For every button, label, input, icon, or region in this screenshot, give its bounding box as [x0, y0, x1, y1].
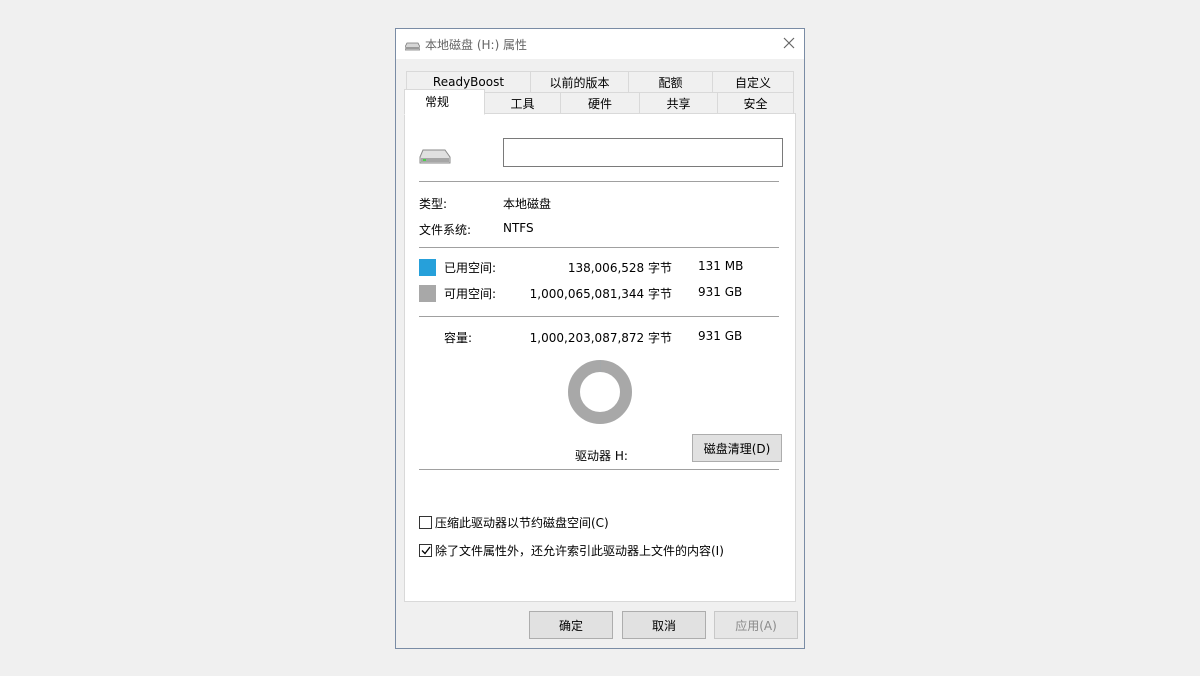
filesystem-label: 文件系统: — [419, 223, 472, 237]
free-space-bytes: 1,000,065,081,344 字节 — [529, 287, 672, 301]
close-button[interactable] — [774, 29, 804, 59]
general-panel: 类型: 本地磁盘 文件系统: NTFS 已用空间: 138,006,528 字节… — [404, 113, 796, 602]
tab-security[interactable]: 安全 — [717, 92, 794, 114]
volume-name-input[interactable] — [503, 138, 783, 167]
disk-cleanup-button[interactable]: 磁盘清理(D) — [692, 434, 782, 462]
type-value: 本地磁盘 — [503, 197, 552, 211]
used-space-label: 已用空间: — [444, 261, 497, 275]
cancel-button[interactable]: 取消 — [622, 611, 706, 639]
index-drive-option[interactable]: 除了文件属性外，还允许索引此驱动器上文件的内容(I) — [419, 542, 724, 559]
compress-checkbox[interactable] — [419, 516, 432, 529]
index-checkbox[interactable] — [419, 544, 432, 557]
filesystem-value: NTFS — [503, 221, 534, 235]
tab-tools[interactable]: 工具 — [484, 92, 561, 114]
tab-hardware[interactable]: 硬件 — [560, 92, 640, 114]
tab-quota[interactable]: 配额 — [628, 71, 713, 93]
properties-window: 本地磁盘 (H:) 属性 ReadyBoost 以前的版本 配额 自定义 常规 … — [395, 28, 805, 649]
ok-button[interactable]: 确定 — [529, 611, 613, 639]
separator — [419, 469, 779, 470]
window-title: 本地磁盘 (H:) 属性 — [425, 38, 528, 52]
tab-previous-versions[interactable]: 以前的版本 — [530, 71, 629, 93]
used-space-bytes: 138,006,528 字节 — [567, 261, 672, 275]
close-icon — [783, 37, 795, 52]
capacity-label: 容量: — [444, 331, 473, 345]
disk-usage-donut — [568, 360, 632, 424]
capacity-bytes: 1,000,203,087,872 字节 — [529, 331, 672, 345]
used-space-swatch — [419, 259, 436, 276]
title-bar[interactable]: 本地磁盘 (H:) 属性 — [396, 29, 804, 59]
used-space-size: 131 MB — [698, 259, 744, 273]
donut-free-segment — [568, 360, 632, 424]
tab-sharing[interactable]: 共享 — [639, 92, 718, 114]
drive-letter-label: 驱动器 H: — [575, 449, 628, 463]
free-space-swatch — [419, 285, 436, 302]
compress-drive-option[interactable]: 压缩此驱动器以节约磁盘空间(C) — [419, 514, 609, 531]
tab-general[interactable]: 常规 — [404, 89, 485, 115]
drive-icon — [404, 40, 421, 54]
tab-customize[interactable]: 自定义 — [712, 71, 794, 93]
free-space-label: 可用空间: — [444, 287, 497, 301]
type-label: 类型: — [419, 197, 448, 211]
capacity-size: 931 GB — [698, 329, 743, 343]
checkmark-icon — [421, 546, 431, 555]
free-space-size: 931 GB — [698, 285, 743, 299]
apply-button[interactable]: 应用(A) — [714, 611, 798, 639]
separator — [419, 181, 779, 182]
separator — [419, 247, 779, 248]
drive-icon — [419, 148, 451, 169]
separator — [419, 316, 779, 317]
